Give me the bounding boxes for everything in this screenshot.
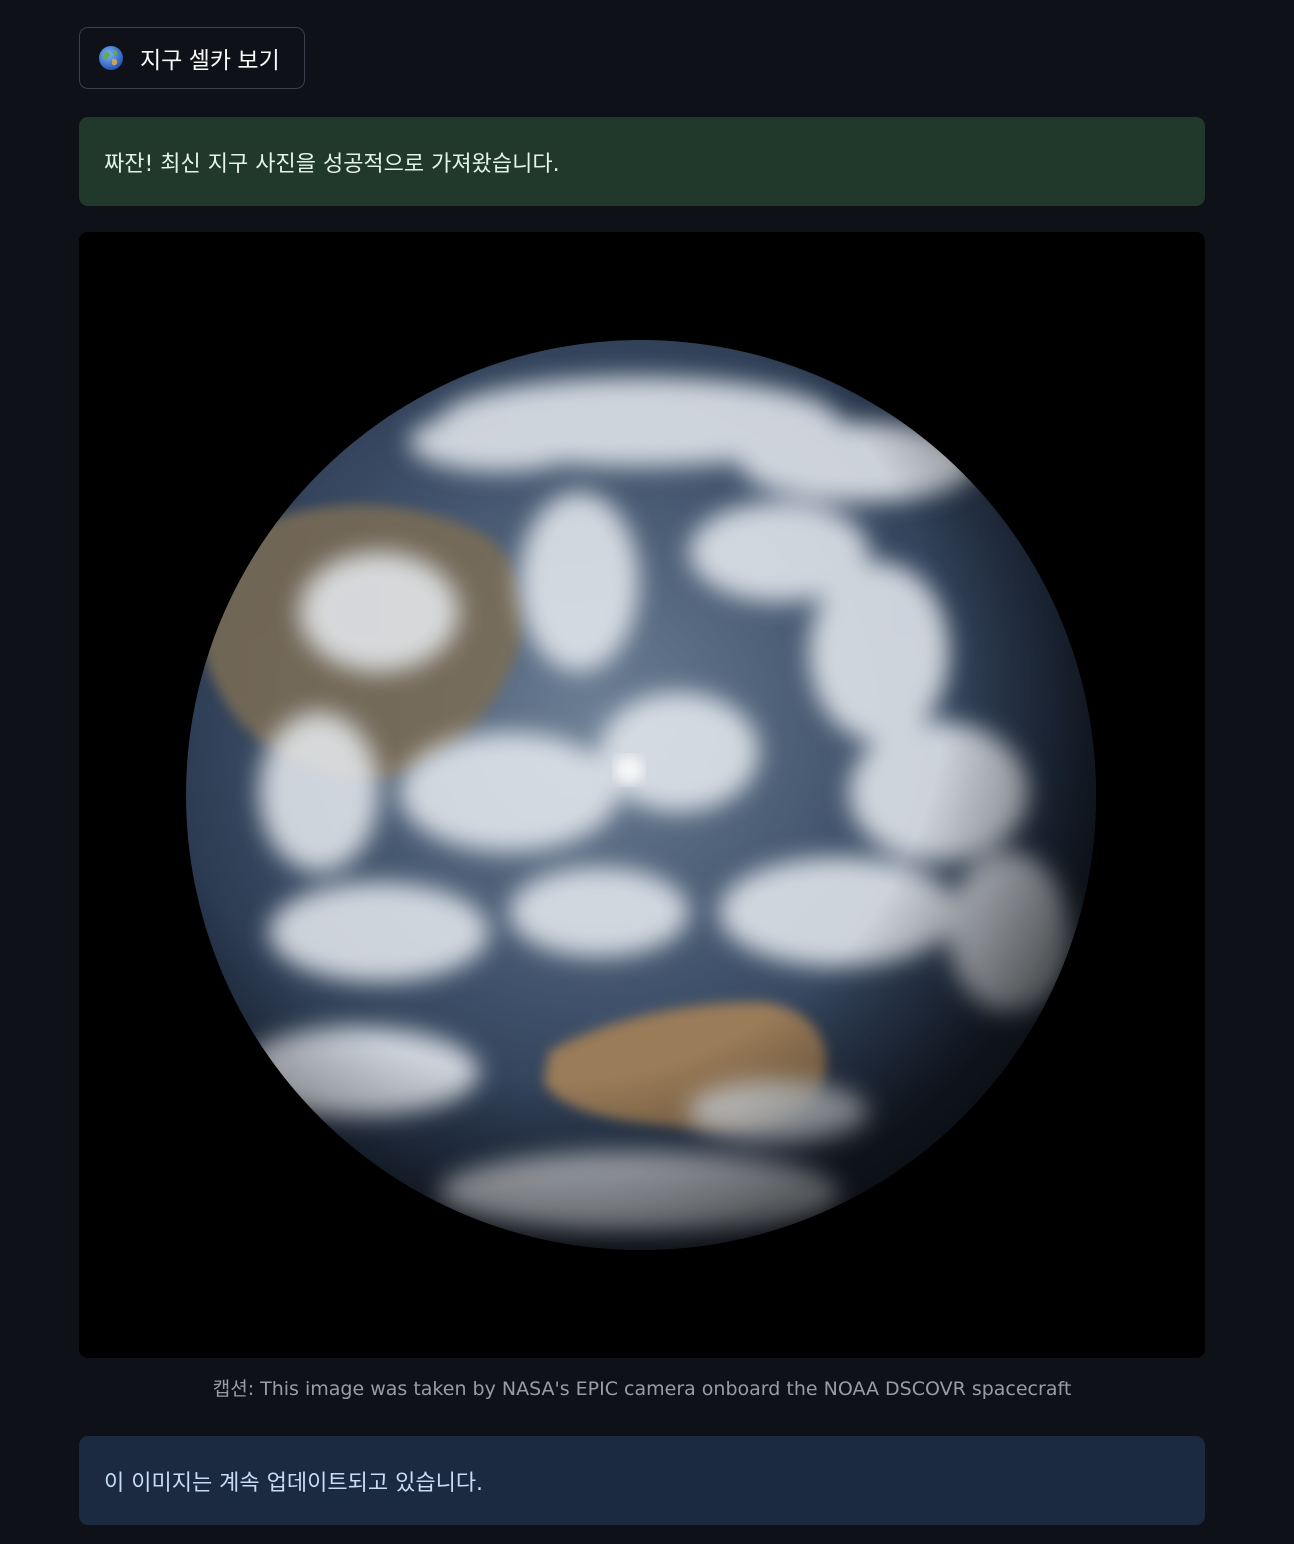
info-message: 이 이미지는 계속 업데이트되고 있습니다. <box>104 1470 484 1496</box>
app-page: 지구 셀카 보기 짜잔! 최신 지구 사진을 성공적으로 가져왔습니다. 캡션:… <box>0 0 1294 1544</box>
view-earth-selfie-button[interactable]: 지구 셀카 보기 <box>79 27 305 89</box>
info-alert: 이 이미지는 계속 업데이트되고 있습니다. <box>79 1436 1205 1525</box>
earth-photo <box>79 232 1205 1358</box>
globe-icon <box>98 45 124 71</box>
image-caption: 캡션: This image was taken by NASA's EPIC … <box>212 1378 1072 1400</box>
earth-image <box>79 232 1205 1358</box>
success-alert: 짜잔! 최신 지구 사진을 성공적으로 가져왔습니다. <box>79 117 1205 206</box>
success-message: 짜잔! 최신 지구 사진을 성공적으로 가져왔습니다. <box>104 151 560 177</box>
button-label: 지구 셀카 보기 <box>140 47 280 73</box>
